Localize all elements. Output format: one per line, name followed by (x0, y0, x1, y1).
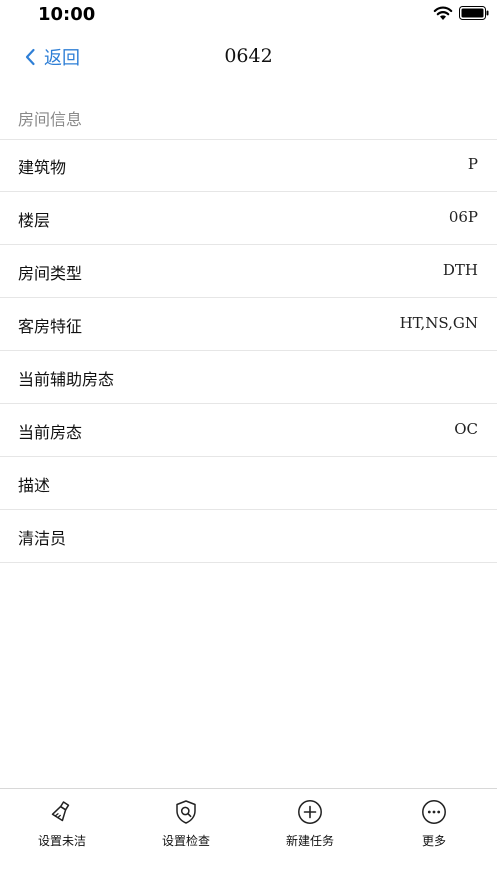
new-task-button[interactable]: 新建任务 (248, 789, 372, 884)
status-time: 10:00 (38, 4, 96, 25)
tool-label: 新建任务 (285, 834, 334, 848)
battery-icon (459, 6, 489, 20)
row-value: P (467, 155, 478, 173)
bottom-toolbar: 设置未洁 设置检查 新建任务 更多 (0, 788, 497, 884)
row-label: 当前房态 (18, 423, 83, 442)
wifi-icon (433, 6, 453, 20)
row-label: 描述 (18, 476, 51, 495)
nav-bar: 返回 0642 (0, 30, 497, 86)
section-title: 房间信息 (18, 110, 83, 129)
section-header: 房间信息 (0, 90, 497, 140)
row-building[interactable]: 建筑物 P (0, 139, 497, 192)
row-cleaner[interactable]: 清洁员 (0, 510, 497, 563)
row-label: 客房特征 (18, 317, 83, 336)
row-room-features[interactable]: 客房特征 HT,NS,GN (0, 298, 497, 351)
set-dirty-button[interactable]: 设置未洁 (0, 789, 124, 884)
tool-label: 设置未洁 (37, 834, 86, 848)
row-description[interactable]: 描述 (0, 457, 497, 510)
set-inspect-button[interactable]: 设置检查 (124, 789, 248, 884)
status-bar: 10:00 (0, 0, 497, 30)
tool-label: 更多 (421, 834, 446, 848)
tool-label: 设置检查 (161, 834, 210, 848)
row-floor[interactable]: 楼层 06P (0, 192, 497, 245)
more-button[interactable]: 更多 (372, 789, 496, 884)
row-value: 06P (448, 208, 478, 226)
plus-circle-icon (298, 800, 322, 824)
row-label: 当前辅助房态 (18, 370, 115, 389)
room-info-list: 建筑物 P 楼层 06P 房间类型 DTH 客房特征 HT,NS,GN 当前辅助… (0, 139, 497, 563)
row-room-status[interactable]: 当前房态 OC (0, 404, 497, 457)
row-label: 建筑物 (18, 158, 67, 177)
row-aux-room-status[interactable]: 当前辅助房态 (0, 351, 497, 404)
row-label: 清洁员 (18, 529, 67, 548)
row-value: DTH (442, 261, 478, 279)
broom-icon (51, 801, 70, 822)
page-title: 0642 (224, 45, 273, 67)
row-value: OC (454, 420, 478, 438)
more-circle-icon (422, 800, 446, 824)
row-room-type[interactable]: 房间类型 DTH (0, 245, 497, 298)
row-value: HT,NS,GN (399, 314, 478, 332)
row-label: 房间类型 (18, 264, 83, 283)
row-label: 楼层 (18, 211, 51, 230)
shield-search-icon (176, 800, 196, 824)
